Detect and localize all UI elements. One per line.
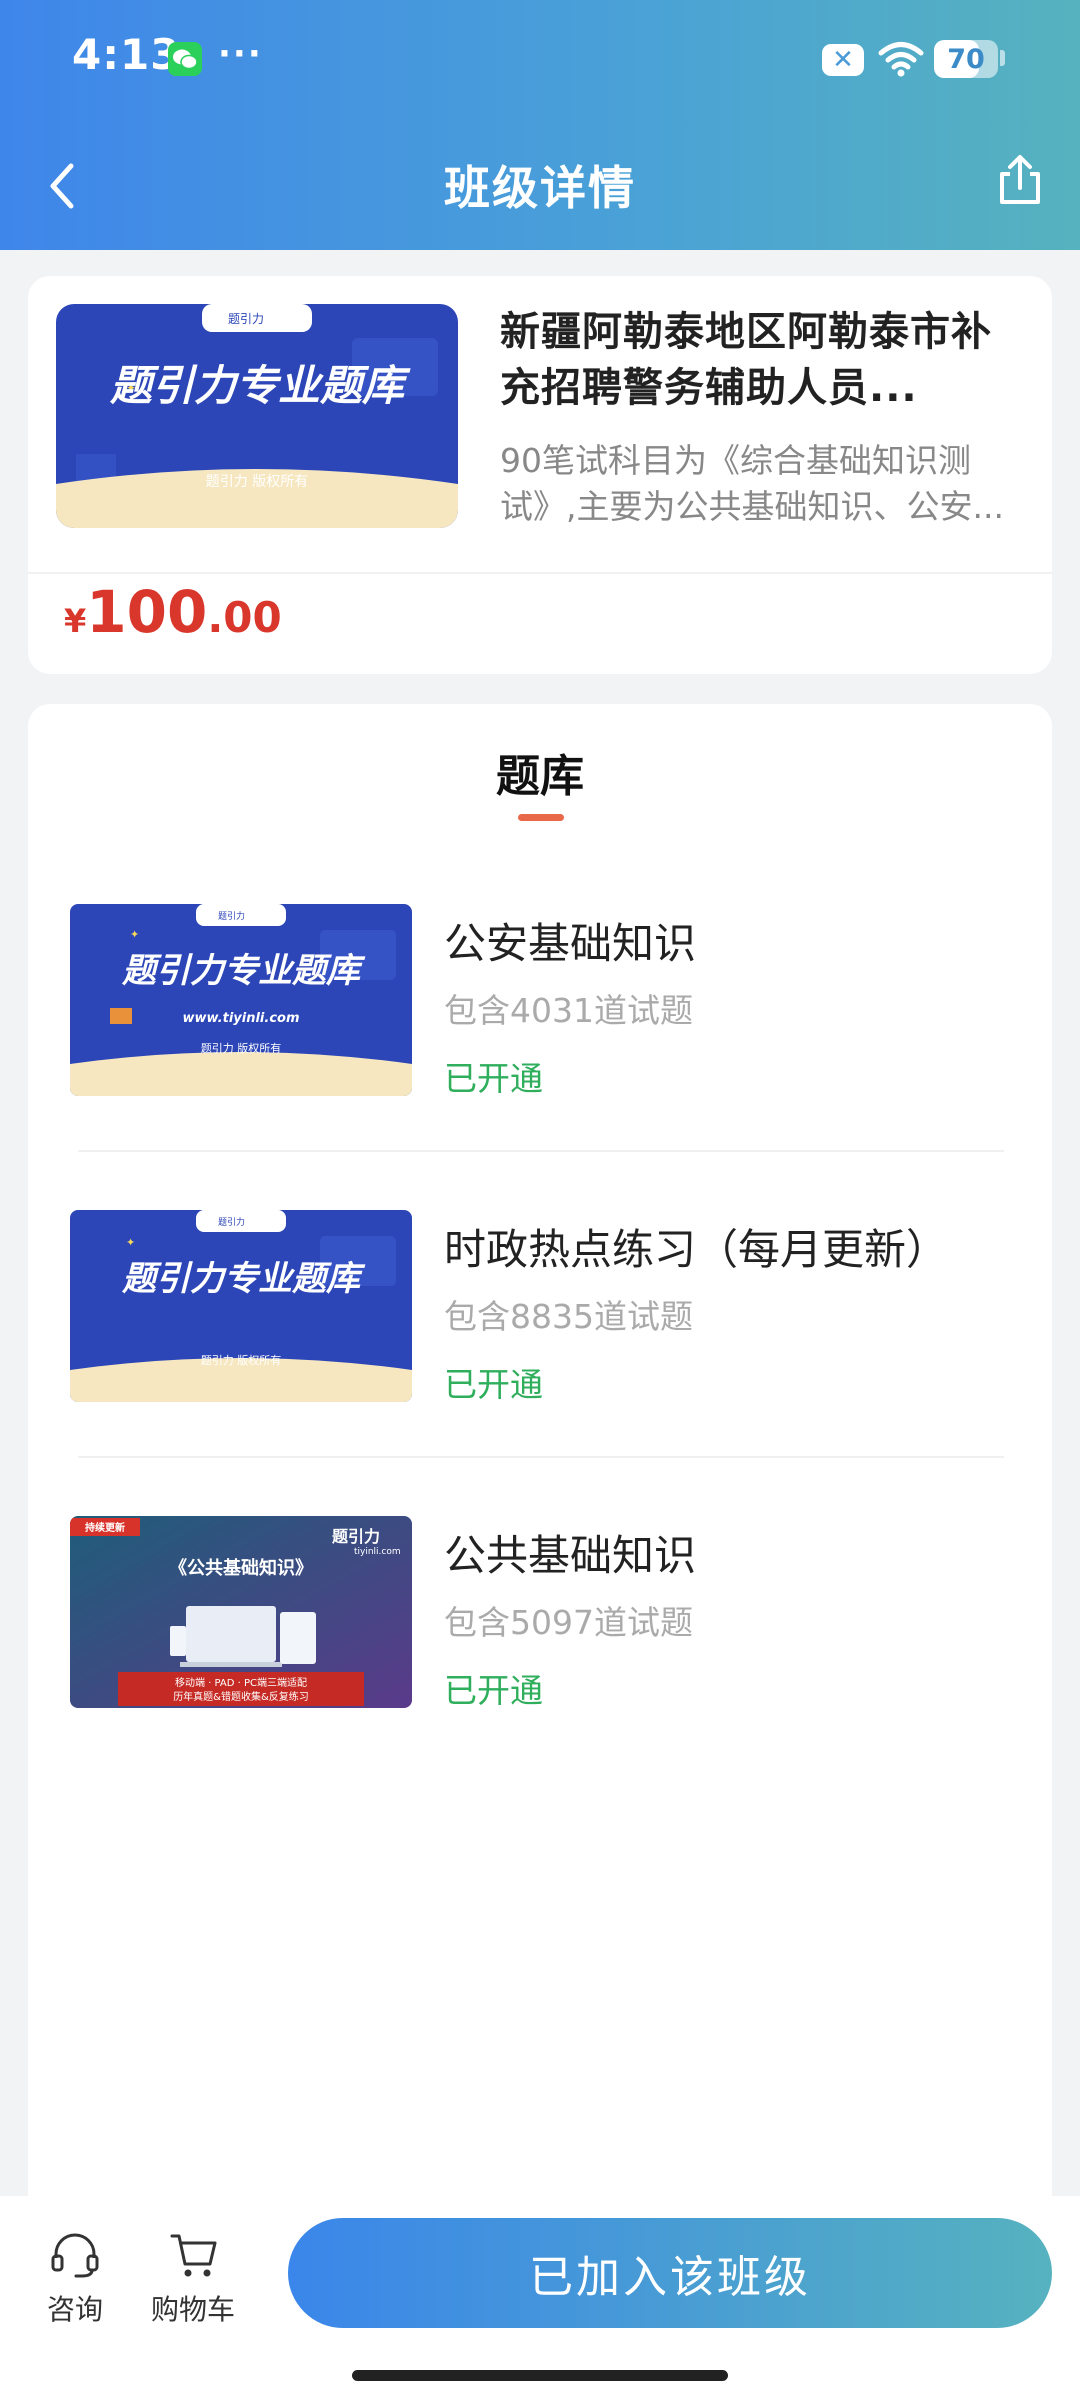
- list-item[interactable]: 持续更新 题引力 tiyinli.com 《公共基础知识》 移动端 · PAD …: [70, 1516, 1010, 1712]
- svg-text:题引力专业题库: 题引力专业题库: [121, 1259, 366, 1299]
- divider: [78, 1456, 1004, 1458]
- cart-button[interactable]: 购物车: [138, 2230, 248, 2328]
- item-title: 公安基础知识: [444, 919, 697, 968]
- course-description: 90笔试科目为《综合基础知识测试》,主要为公共基础知识、公安...: [500, 441, 1004, 526]
- section-title[interactable]: 题库: [0, 740, 1080, 804]
- battery-nub: [1000, 50, 1005, 66]
- svg-text:题引力: 题引力: [332, 1527, 380, 1546]
- divider: [78, 1150, 1004, 1152]
- svg-text:题引力: 题引力: [218, 1216, 245, 1228]
- svg-text:✦: ✦: [126, 1236, 135, 1249]
- divider: [28, 572, 1052, 574]
- item-title: 公共基础知识: [444, 1531, 697, 1580]
- status-bar: 4:13 ··· ✕ 70: [0, 0, 1080, 120]
- item-title: 时政热点练习（每月更新）: [444, 1225, 949, 1274]
- list-item[interactable]: 题引力 ✦ 题引力专业题库 www.tiyinli.com 题引力 版权所有 公…: [70, 904, 1010, 1100]
- item-status: 已开通: [444, 1059, 543, 1098]
- item-status: 已开通: [444, 1365, 543, 1404]
- svg-text:题引力 版权所有: 题引力 版权所有: [206, 474, 308, 490]
- price-currency: ¥: [64, 602, 87, 640]
- svg-text:题引力: 题引力: [218, 910, 245, 922]
- svg-text:题引力专业题库: 题引力专业题库: [121, 951, 366, 991]
- svg-text:移动端 · PAD · PC端三端适配: 移动端 · PAD · PC端三端适配: [175, 1676, 307, 1689]
- tab-indicator: [518, 814, 564, 821]
- status-time: 4:13: [72, 30, 181, 79]
- item-question-count: 包含4031道试题: [444, 991, 693, 1030]
- notification-x-icon: ✕: [822, 44, 864, 76]
- consult-label: 咨询: [46, 2293, 103, 2326]
- svg-text:题引力 版权所有: 题引力 版权所有: [201, 1041, 282, 1055]
- svg-text:题引力 版权所有: 题引力 版权所有: [201, 1353, 282, 1367]
- course-cover-image: 题引力 ✦ 题引力专业题库 题引力 版权所有: [56, 304, 458, 528]
- cart-icon: [170, 2234, 217, 2277]
- home-indicator: [352, 2370, 728, 2381]
- headset-icon: [51, 2233, 99, 2278]
- item-cover-image: 题引力 ✦ 题引力专业题库 www.tiyinli.com 题引力 版权所有: [70, 904, 412, 1096]
- course-price: ¥100.00: [64, 578, 282, 646]
- svg-text:tiyinli.com: tiyinli.com: [354, 1547, 401, 1557]
- list-item[interactable]: 题引力 ✦ 题引力专业题库 题引力 版权所有 时政热点练习（每月更新） 包含88…: [70, 1210, 1010, 1406]
- consult-button[interactable]: 咨询: [20, 2230, 130, 2328]
- cart-label: 购物车: [150, 2293, 235, 2326]
- svg-text:题引力专业题库: 题引力专业题库: [109, 361, 411, 410]
- battery-level-text: 70: [947, 43, 985, 75]
- wifi-icon: [878, 40, 924, 78]
- share-button[interactable]: [994, 152, 1046, 208]
- item-question-count: 包含8835道试题: [444, 1297, 693, 1336]
- svg-text:历年真题&错题收集&反复练习: 历年真题&错题收集&反复练习: [173, 1690, 309, 1703]
- share-icon: [1000, 155, 1040, 204]
- course-title: 新疆阿勒泰地区阿勒泰市补充招聘警务辅助人员...: [500, 309, 992, 411]
- item-question-count: 包含5097道试题: [444, 1603, 693, 1642]
- page-title: 班级详情: [444, 161, 636, 215]
- svg-text:持续更新: 持续更新: [85, 1521, 125, 1534]
- battery-icon: 70: [934, 40, 998, 78]
- item-cover-image: 题引力 ✦ 题引力专业题库 题引力 版权所有: [70, 1210, 412, 1402]
- course-card: 题引力 ✦ 题引力专业题库 题引力 版权所有 新疆阿勒泰地区阿勒泰市补充招聘警务…: [28, 276, 1052, 674]
- wechat-icon: [168, 42, 202, 76]
- svg-text:《公共基础知识》: 《公共基础知识》: [169, 1557, 313, 1579]
- svg-text:✦: ✦: [130, 928, 139, 941]
- svg-text:题引力: 题引力: [228, 312, 264, 326]
- svg-text:www.tiyinli.com: www.tiyinli.com: [182, 1011, 299, 1026]
- item-cover-image: 持续更新 题引力 tiyinli.com 《公共基础知识》 移动端 · PAD …: [70, 1516, 412, 1708]
- price-integer: 100: [86, 578, 208, 646]
- price-decimal: .00: [207, 593, 282, 642]
- joined-class-button[interactable]: 已加入该班级: [288, 2218, 1052, 2328]
- item-status: 已开通: [444, 1671, 543, 1710]
- status-dots: ···: [218, 34, 263, 74]
